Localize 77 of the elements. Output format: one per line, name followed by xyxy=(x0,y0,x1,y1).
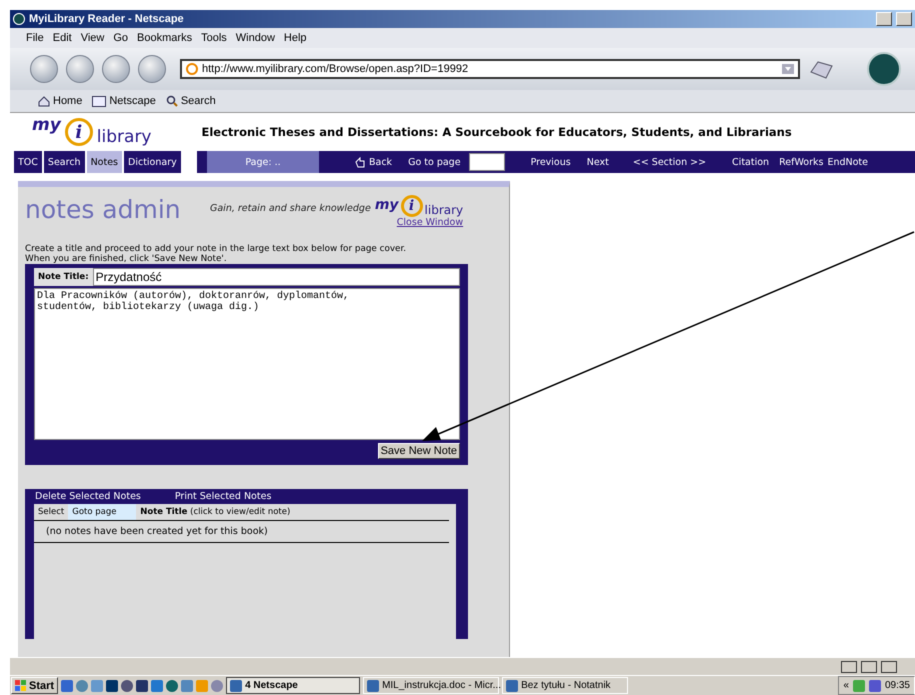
nav-link[interactable]: Next xyxy=(586,156,609,168)
address-field[interactable]: http://www.myilibrary.com/Browse/open.asp?ID=19992 xyxy=(180,59,800,79)
column-header[interactable]: Select xyxy=(34,504,68,520)
instruction-text: When you are finished, click 'Save New Note'. xyxy=(25,254,228,264)
maximize-button[interactable] xyxy=(896,12,912,26)
logo-i-mark: i xyxy=(400,195,423,217)
tab[interactable]: Notes xyxy=(86,151,122,173)
quick-launch-icon[interactable] xyxy=(106,680,118,692)
nav-link[interactable]: << Section >> xyxy=(632,156,706,168)
logo-text: my xyxy=(32,115,61,135)
action-link[interactable]: Print Selected Notes xyxy=(174,491,272,502)
netscape-logo-icon[interactable] xyxy=(867,52,901,86)
page-number-field[interactable] xyxy=(468,153,505,171)
menu-item[interactable]: Go xyxy=(113,32,128,44)
instruction-text: Create a title and proceed to add your note in the large text box below for page cover. xyxy=(25,244,408,254)
start-button[interactable]: Start xyxy=(11,677,58,694)
logo-text: library xyxy=(96,127,152,147)
quick-launch-icon[interactable] xyxy=(166,680,178,692)
tab[interactable]: Dictionary xyxy=(124,151,181,173)
tagline: Gain, retain and share knowledge xyxy=(210,203,371,214)
hand-pointer-icon xyxy=(355,156,365,168)
menu-item[interactable]: Help xyxy=(284,32,307,44)
tab[interactable]: TOC xyxy=(14,151,42,173)
field-label: Note Title: xyxy=(37,272,90,282)
dropdown-icon xyxy=(782,64,794,74)
house-icon xyxy=(38,96,50,106)
page-indicator: Page: .. xyxy=(207,151,319,173)
nav-link[interactable]: EndNote xyxy=(827,156,868,168)
back-button[interactable] xyxy=(30,55,58,83)
taskbar-button[interactable]: Bez tytułu - Notatnik xyxy=(502,677,628,694)
action-link[interactable]: Delete Selected Notes xyxy=(35,491,141,502)
quick-launch-icon[interactable] xyxy=(121,680,134,692)
back-link[interactable]: Back xyxy=(355,156,392,168)
search-icon xyxy=(166,95,178,107)
menu-item[interactable]: Bookmarks xyxy=(137,32,192,44)
nav-link[interactable]: Previous xyxy=(530,156,571,168)
windows-flag-icon xyxy=(15,680,27,691)
toolbar-link[interactable]: Search xyxy=(166,95,216,107)
menu-item[interactable]: Tools xyxy=(201,32,227,44)
menu-item[interactable]: Window xyxy=(236,32,275,44)
logo-i-mark: i xyxy=(64,118,93,146)
toolbar-link[interactable]: Netscape xyxy=(92,95,156,107)
menu-item[interactable]: File xyxy=(26,32,44,44)
menu-item[interactable]: View xyxy=(80,32,104,44)
taskbar-button[interactable]: 4 Netscape xyxy=(226,677,360,694)
tray-icon xyxy=(868,680,881,692)
column-header[interactable]: Note Title (click to view/edit note) xyxy=(136,504,294,520)
quick-launch-icon[interactable] xyxy=(136,680,148,692)
my-badge-icon xyxy=(92,96,106,106)
minimize-button[interactable] xyxy=(876,12,892,26)
nav-link[interactable]: RefWorks xyxy=(779,156,824,168)
site-icon xyxy=(186,63,198,75)
tray-expand-button[interactable]: « xyxy=(843,680,849,691)
toolbar-link[interactable]: Home xyxy=(38,95,82,107)
note-title-field[interactable]: Przydatność xyxy=(92,268,460,286)
nav-link[interactable]: Citation xyxy=(732,156,770,168)
menu-item[interactable]: Edit xyxy=(52,32,72,44)
logo-text: library xyxy=(424,203,464,217)
reload-button[interactable] xyxy=(102,55,130,83)
close-window-link[interactable]: Close Window xyxy=(396,217,464,228)
book-title: Electronic Theses and Dissertations: A Sourcebook for Educators, Students, and Librarians xyxy=(202,125,792,139)
stop-button[interactable] xyxy=(138,55,166,83)
app-icon xyxy=(13,13,25,25)
empty-message: (no notes have been created yet for this book) xyxy=(34,521,449,543)
quick-launch-icon[interactable] xyxy=(61,680,74,692)
logo-text: my xyxy=(374,197,399,213)
note-text-area[interactable]: Dla Pracowników (autorów), doktoranrów, dyplomantów, studentów, bibliotekarzy (uwaga dig.) xyxy=(34,288,460,440)
tab[interactable]: Search xyxy=(44,151,85,173)
tray-icon xyxy=(852,680,865,692)
save-new-note-button[interactable]: Save New Note xyxy=(378,443,460,459)
column-header[interactable]: Goto page xyxy=(68,504,136,520)
nav-link[interactable]: Go to page xyxy=(408,156,461,168)
taskbar-button[interactable]: MIL_instrukcja.doc - Micr... xyxy=(363,677,500,694)
clock: 09:35 xyxy=(884,680,910,691)
panel-heading: notes admin xyxy=(25,195,182,224)
forward-button[interactable] xyxy=(66,55,94,83)
window-title: MyiLibrary Reader - Netscape xyxy=(29,13,185,25)
